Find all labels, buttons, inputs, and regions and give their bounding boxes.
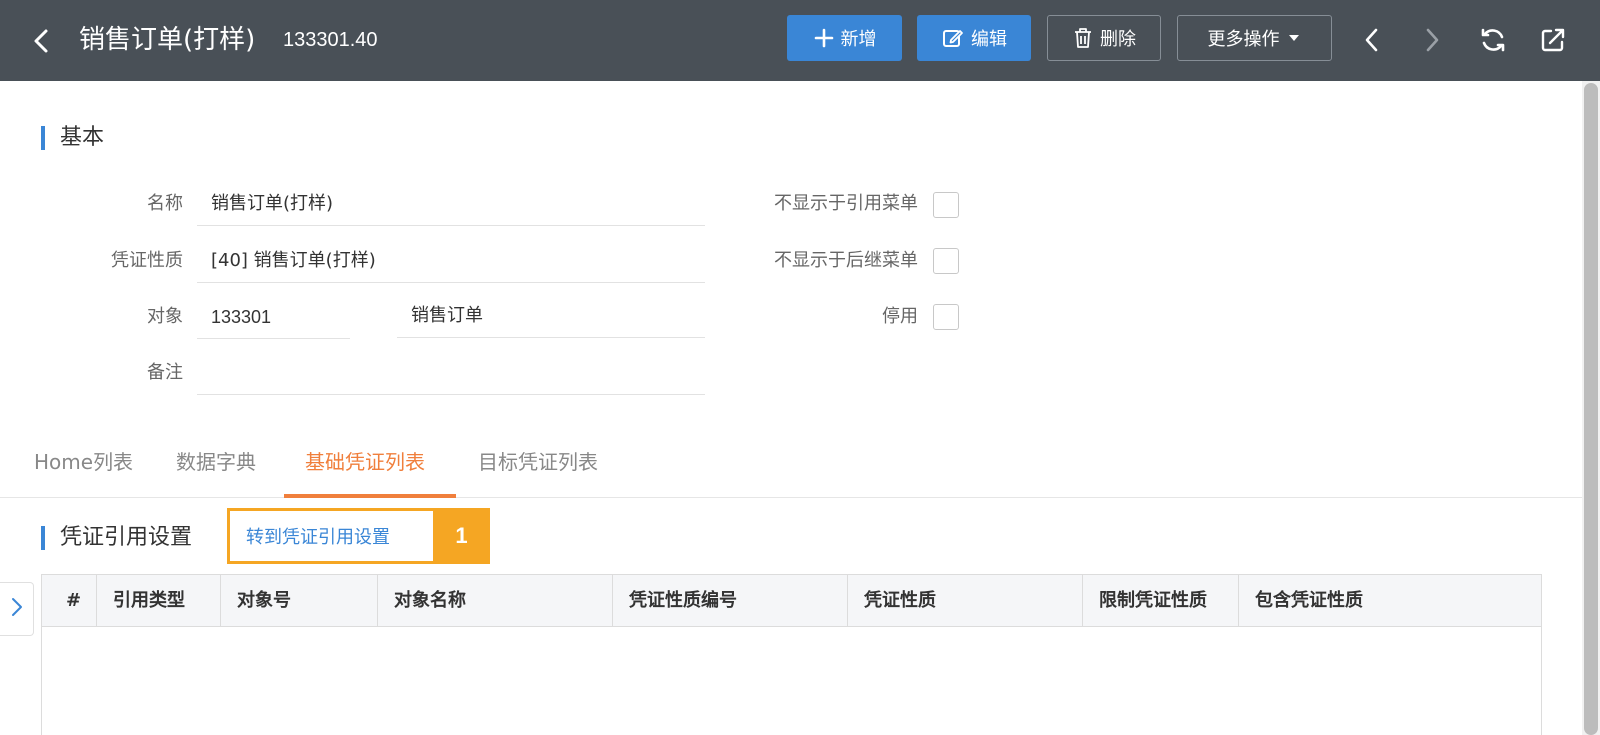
step-badge: 1	[433, 508, 490, 564]
hide-next-menu-label: 不显示于后继菜单	[774, 250, 918, 271]
more-actions-dropdown[interactable]: 更多操作	[1177, 15, 1332, 61]
page-scrollbar[interactable]	[1582, 81, 1600, 735]
object-name-field[interactable]: 销售订单	[397, 296, 705, 338]
tab-data-dictionary[interactable]: 数据字典	[176, 440, 256, 498]
remark-field[interactable]	[197, 353, 705, 395]
name-label: 名称	[147, 193, 183, 214]
open-external-icon[interactable]	[1535, 22, 1571, 58]
side-panel-toggle[interactable]	[0, 582, 34, 636]
object-label: 对象	[147, 306, 183, 327]
page-title: 销售订单(打样)	[79, 25, 256, 55]
section-marker	[41, 526, 45, 550]
refresh-icon[interactable]	[1475, 22, 1511, 58]
edit-button-label: 编辑	[971, 29, 1007, 50]
hide-ref-menu-label: 不显示于引用菜单	[774, 193, 918, 214]
section-marker	[41, 126, 45, 150]
add-button[interactable]: 新增	[787, 15, 902, 61]
edit-button[interactable]: 编辑	[917, 15, 1031, 61]
voucher-nature-field[interactable]: [40] 销售订单(打样)	[197, 241, 705, 283]
voucher-ref-table: # 引用类型 对象号 对象名称 凭证性质编号 凭证性质 限制凭证性质 包含凭证性…	[41, 574, 1542, 735]
delete-button-label: 删除	[1100, 29, 1136, 50]
column-header-limit-voucher-nature[interactable]: 限制凭证性质	[1083, 575, 1239, 626]
edit-icon	[941, 26, 965, 50]
column-header-ref-type[interactable]: 引用类型	[97, 575, 221, 626]
tab-bar: Home列表 数据字典 基础凭证列表 目标凭证列表	[0, 440, 1582, 498]
scrollbar-thumb[interactable]	[1584, 83, 1598, 735]
goto-voucher-ref-settings-link[interactable]: 转到凭证引用设置	[246, 524, 390, 552]
disabled-label: 停用	[882, 306, 918, 327]
active-tab-indicator	[284, 494, 456, 498]
tab-base-voucher-list[interactable]: 基础凭证列表	[305, 440, 425, 498]
object-code-field[interactable]: 133301	[197, 297, 350, 339]
name-field[interactable]: 销售订单(打样)	[197, 184, 705, 226]
back-arrow-icon[interactable]	[26, 22, 60, 60]
column-header-voucher-nature-code[interactable]: 凭证性质编号	[613, 575, 848, 626]
chevron-right-icon	[10, 595, 24, 623]
table-header: # 引用类型 对象号 对象名称 凭证性质编号 凭证性质 限制凭证性质 包含凭证性…	[42, 575, 1541, 627]
caret-down-icon	[1286, 30, 1302, 46]
remark-label: 备注	[147, 362, 183, 383]
section-title-voucher-ref: 凭证引用设置	[60, 525, 193, 550]
add-button-label: 新增	[840, 29, 877, 50]
column-header-voucher-nature[interactable]: 凭证性质	[848, 575, 1083, 626]
column-header-object-no[interactable]: 对象号	[221, 575, 378, 626]
column-header-index[interactable]: #	[42, 575, 97, 626]
disabled-checkbox[interactable]	[933, 304, 959, 330]
delete-button[interactable]: 删除	[1047, 15, 1161, 61]
hide-next-menu-checkbox[interactable]	[933, 248, 959, 274]
next-record-icon[interactable]	[1414, 22, 1450, 58]
trash-icon	[1072, 26, 1094, 50]
hide-ref-menu-checkbox[interactable]	[933, 192, 959, 218]
previous-record-icon[interactable]	[1354, 22, 1390, 58]
column-header-object-name[interactable]: 对象名称	[378, 575, 613, 626]
tab-home-list[interactable]: Home列表	[34, 440, 133, 498]
more-actions-label: 更多操作	[1207, 29, 1280, 50]
page-code: 133301.40	[283, 29, 378, 51]
section-title-basic: 基本	[60, 125, 105, 150]
voucher-nature-label: 凭证性质	[111, 250, 183, 271]
plus-icon	[813, 27, 835, 49]
top-toolbar: 销售订单(打样) 133301.40 新增 编辑 删除 更多操作	[0, 0, 1600, 81]
column-header-include-voucher-nature[interactable]: 包含凭证性质	[1239, 575, 1541, 626]
tab-target-voucher-list[interactable]: 目标凭证列表	[478, 440, 598, 498]
